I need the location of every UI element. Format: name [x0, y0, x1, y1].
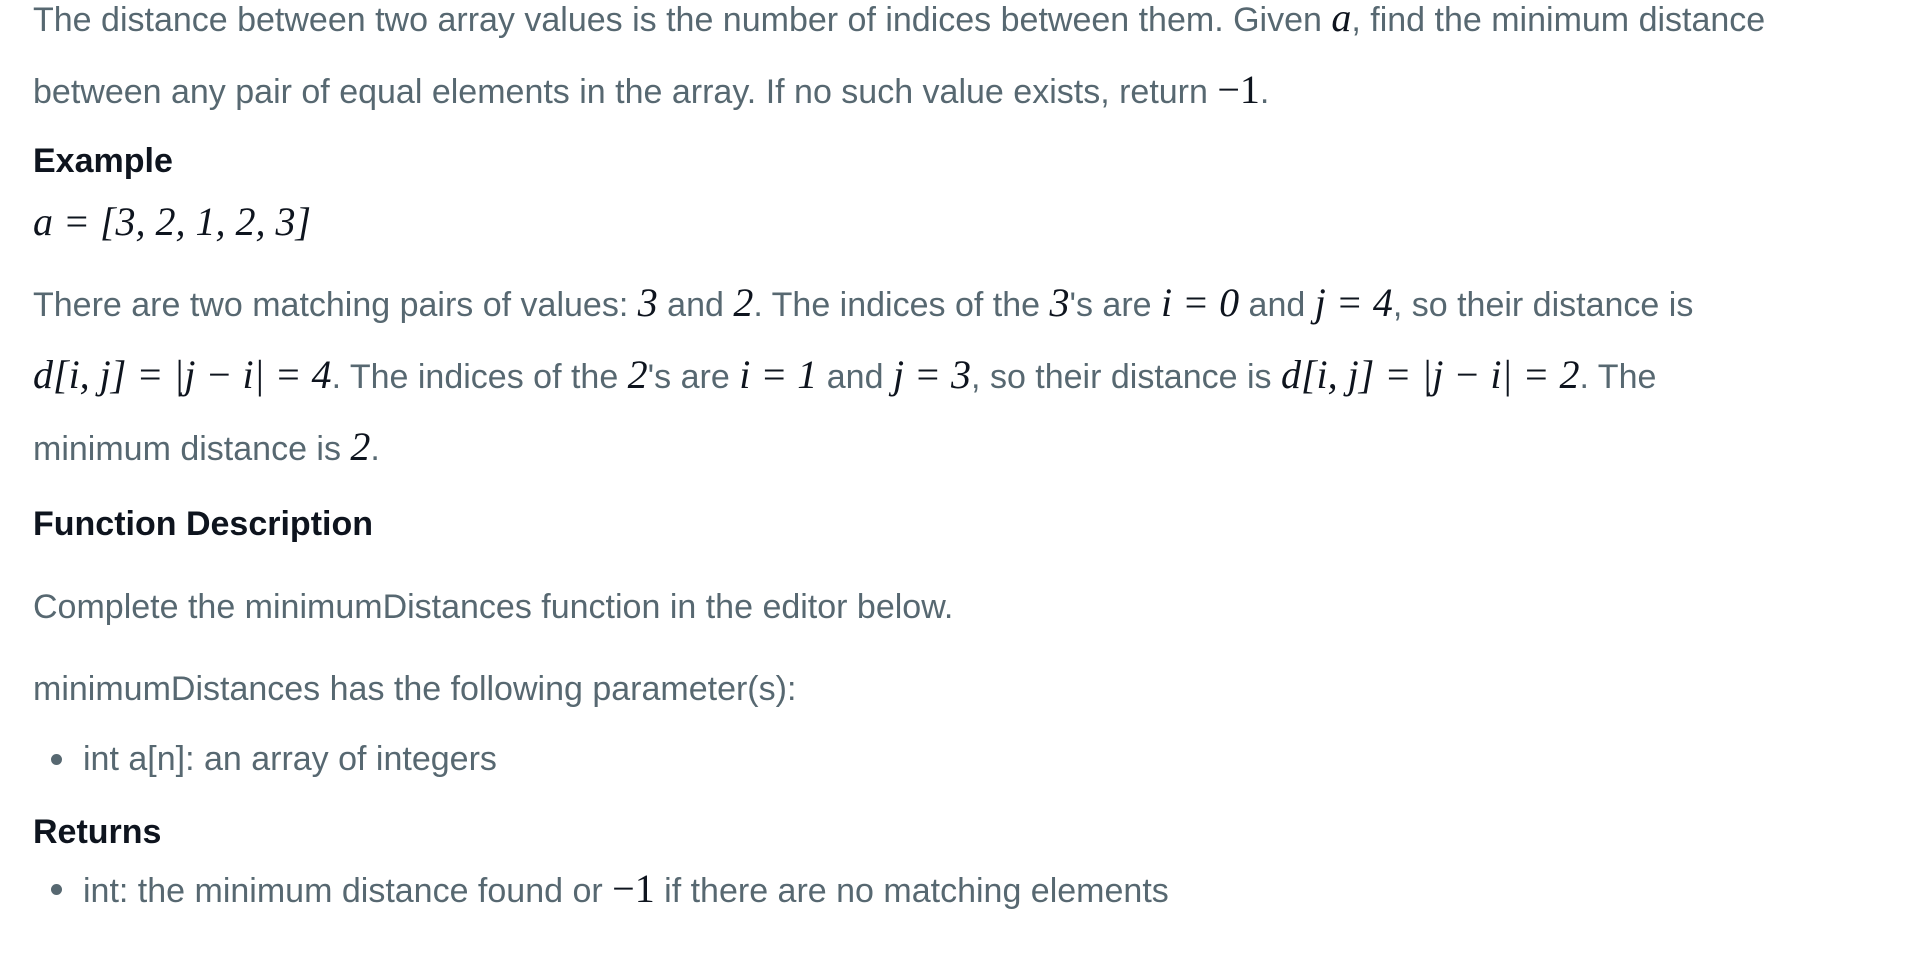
math-expression: i = 1 — [739, 352, 818, 397]
bullet-icon — [51, 754, 62, 765]
math-expression: d[i, j] = |j − i| = 4 — [33, 352, 332, 397]
parameter-list: int a[n]: an array of integers — [33, 724, 1923, 794]
function-description-text: Complete the minimumDistances function i… — [33, 588, 954, 626]
parameter-text: int a[n]: an array of integers — [83, 740, 497, 778]
bullet-icon — [51, 884, 62, 895]
math-expression: j = 4 — [1314, 280, 1393, 325]
intro-text: . — [1259, 73, 1270, 111]
explanation-text: . The indices of the — [331, 358, 628, 396]
list-item: int: the minimum distance found or −1 if… — [33, 854, 1923, 926]
math-expression: 2 — [350, 424, 371, 469]
function-description-heading: Function Description — [33, 505, 373, 543]
explanation-text: and — [817, 358, 893, 396]
math-array: a = [3, 2, 1, 2, 3] — [33, 199, 312, 244]
example-heading: Example — [33, 142, 173, 180]
intro-text: The distance between two array values is… — [33, 1, 1332, 39]
explanation-text: and — [657, 286, 734, 324]
example-array: a = [3, 2, 1, 2, 3] — [33, 191, 1923, 252]
explanation-text: , so their distance is — [971, 358, 1281, 396]
math-expression: 2 — [733, 280, 754, 325]
math-expression: 2 — [627, 352, 648, 397]
math-expression: i = 0 — [1161, 280, 1240, 325]
intro-line-1: The distance between two array values is… — [33, 0, 1923, 55]
explanation-text: 's are — [647, 358, 740, 396]
returns-text: if there are no matching elements — [654, 872, 1169, 910]
explanation-text: and — [1239, 286, 1315, 324]
math-minus-one: −1 — [612, 866, 655, 911]
explanation-text: , so their distance is — [1392, 286, 1694, 324]
explanation-text: . The indices of the — [753, 286, 1050, 324]
intro-text: , find the minimum distance — [1351, 1, 1766, 39]
explanation-text: minimum distance is — [33, 430, 351, 468]
returns-heading: Returns — [33, 813, 162, 851]
example-explanation-line-1: There are two matching pairs of values: … — [33, 268, 1923, 340]
intro-line-2: between any pair of equal elements in th… — [33, 55, 1923, 127]
explanation-text: . The — [1579, 358, 1657, 396]
returns-text: int: the minimum distance found or — [83, 872, 613, 910]
math-expression: 3 — [637, 280, 658, 325]
math-expression: 3 — [1049, 280, 1070, 325]
list-item: int a[n]: an array of integers — [33, 724, 1923, 794]
math-expression: d[i, j] = |j − i| = 2 — [1280, 352, 1580, 397]
math-var-a: a — [1331, 0, 1352, 40]
math-minus-one: −1 — [1217, 67, 1260, 112]
explanation-text: . — [370, 430, 380, 468]
returns-list: int: the minimum distance found or −1 if… — [33, 854, 1923, 926]
example-explanation-line-2: d[i, j] = |j − i| = 4. The indices of th… — [33, 340, 1923, 412]
parameters-intro: minimumDistances has the following param… — [33, 670, 797, 708]
explanation-text: There are two matching pairs of values: — [33, 286, 638, 324]
explanation-text: 's are — [1069, 286, 1161, 324]
math-expression: j = 3 — [892, 352, 972, 397]
example-explanation-line-3: minimum distance is 2. — [33, 412, 1923, 484]
intro-text: between any pair of equal elements in th… — [33, 73, 1218, 111]
problem-statement: The distance between two array values is… — [33, 0, 1923, 926]
